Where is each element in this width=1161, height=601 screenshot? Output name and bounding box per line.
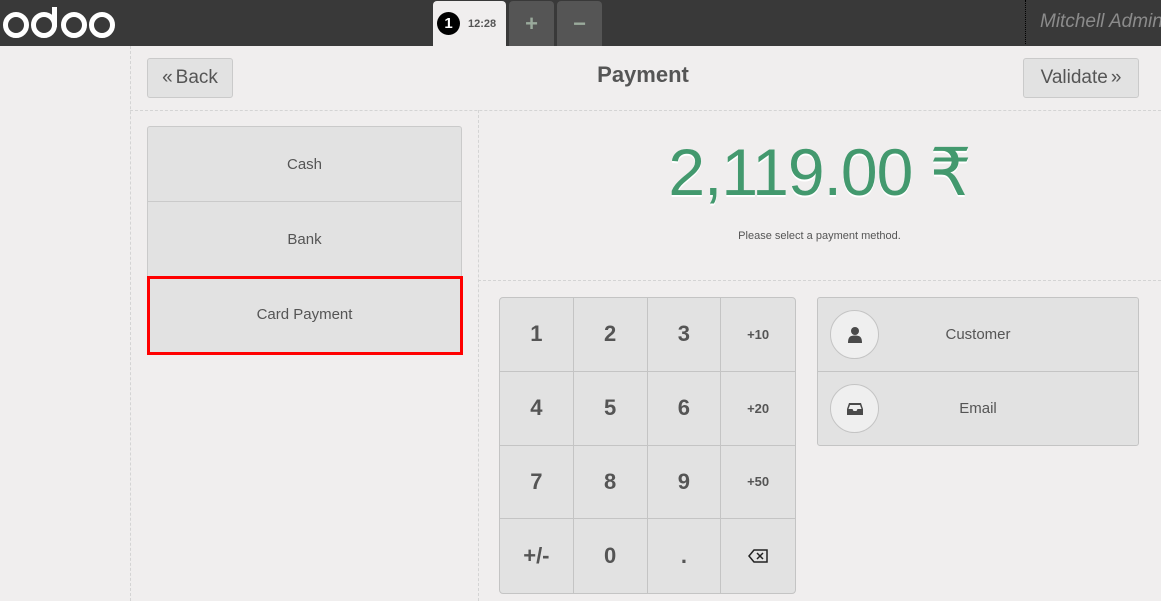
- numpad-key-3[interactable]: 3: [647, 298, 722, 372]
- plus-icon: +: [525, 10, 538, 36]
- remove-order-button[interactable]: −: [557, 1, 602, 46]
- numpad-key-5[interactable]: 5: [573, 371, 648, 446]
- validate-button[interactable]: Validate »: [1023, 58, 1139, 98]
- backspace-icon: [748, 549, 768, 563]
- numpad-key-plus20[interactable]: +20: [721, 372, 795, 446]
- payment-methods-list: Cash Bank Card Payment: [147, 126, 462, 353]
- numpad-key-backspace[interactable]: [721, 519, 795, 593]
- order-time: 12:28: [468, 17, 497, 30]
- payment-method-bank[interactable]: Bank: [148, 202, 461, 277]
- numpad-key-6[interactable]: 6: [647, 371, 722, 446]
- client-actions: Customer Email: [817, 297, 1139, 446]
- numpad-key-7[interactable]: 7: [500, 445, 574, 520]
- back-label: Back: [175, 67, 218, 88]
- double-chevron-left-icon: «: [162, 67, 173, 88]
- numpad-key-decimal[interactable]: .: [648, 519, 722, 593]
- numpad-key-8[interactable]: 8: [573, 445, 648, 520]
- divider: [130, 110, 1161, 111]
- email-button[interactable]: Email: [818, 372, 1138, 445]
- numpad-key-sign[interactable]: +/-: [500, 519, 574, 593]
- order-tab[interactable]: 1 12:28: [433, 1, 506, 46]
- payment-message: Please select a payment method.: [738, 230, 901, 242]
- divider: [130, 46, 131, 601]
- numpad-key-9[interactable]: 9: [647, 445, 722, 520]
- double-chevron-right-icon: »: [1110, 67, 1122, 88]
- page-title: Payment: [597, 62, 689, 87]
- separator: [1025, 0, 1026, 44]
- top-bar: 1 12:28 + − Mitchell Admin: [0, 0, 1161, 46]
- add-order-button[interactable]: +: [509, 1, 554, 46]
- payment-method-card[interactable]: Card Payment: [148, 277, 461, 352]
- odoo-logo: [3, 7, 115, 38]
- numpad-key-4[interactable]: 4: [500, 371, 574, 446]
- numpad-key-1[interactable]: 1: [500, 298, 574, 372]
- user-icon: [847, 326, 862, 343]
- numpad: 1 2 3 +10 4 5 6 +20 7 8 9 +50 +/- 0 .: [499, 297, 796, 594]
- minus-icon: −: [573, 10, 586, 36]
- numpad-key-2[interactable]: 2: [573, 298, 648, 372]
- customer-icon-circle: [830, 310, 879, 359]
- email-icon-circle: [830, 384, 879, 433]
- back-button[interactable]: « Back: [147, 58, 233, 98]
- payment-method-cash[interactable]: Cash: [148, 127, 461, 202]
- divider: [478, 280, 1161, 281]
- inbox-icon: [846, 402, 863, 415]
- numpad-key-0[interactable]: 0: [574, 519, 648, 593]
- total-amount: 2,119.00 ₹: [668, 135, 971, 209]
- order-number-badge: 1: [437, 12, 460, 35]
- numpad-key-plus50[interactable]: +50: [721, 446, 795, 520]
- validate-label: Validate: [1040, 67, 1108, 88]
- customer-button[interactable]: Customer: [818, 298, 1138, 372]
- numpad-key-plus10[interactable]: +10: [721, 298, 795, 372]
- user-name[interactable]: Mitchell Admin: [1040, 11, 1161, 33]
